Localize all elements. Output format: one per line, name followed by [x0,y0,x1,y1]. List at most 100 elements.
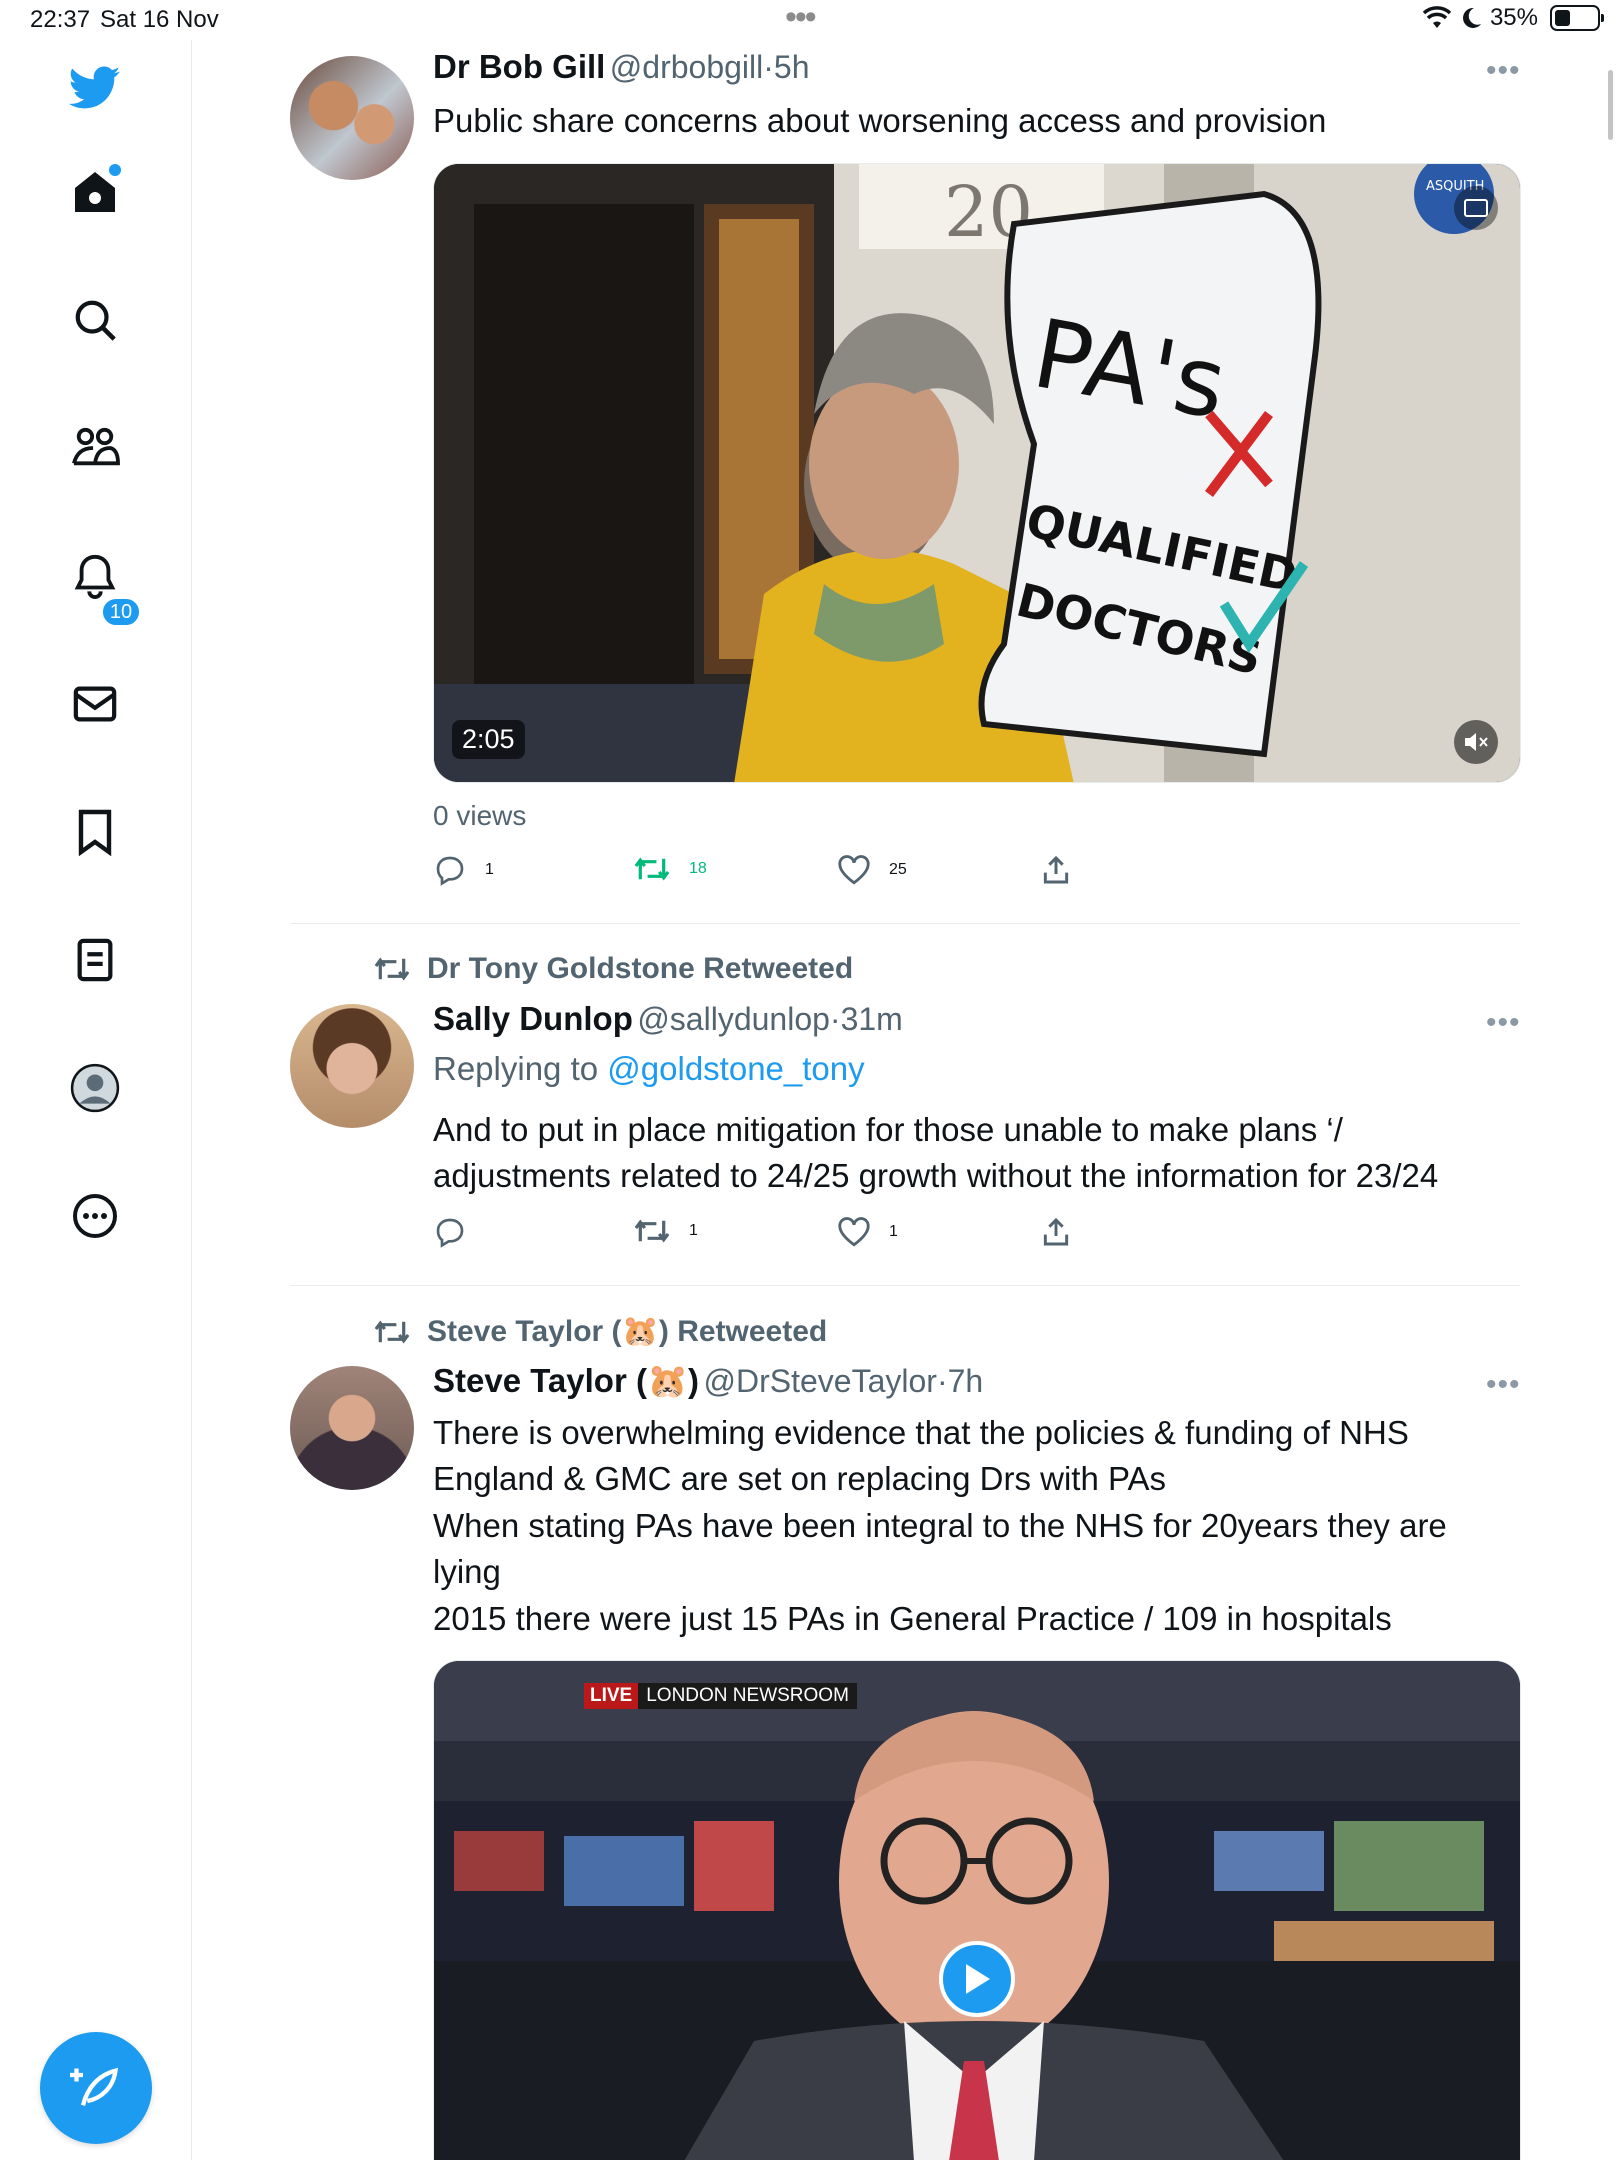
nav-messages[interactable] [69,678,121,730]
replying-to-label: Replying to [433,1050,599,1087]
compose-feather-icon [70,2067,119,2106]
compose-tweet-button[interactable] [40,2032,152,2144]
author-name[interactable]: Dr Bob Gill [433,48,605,85]
nav-notifications[interactable] [69,550,121,602]
author-name[interactable]: Steve Taylor (🐹) [433,1362,699,1399]
tweet-text-line: There is overwhelming evidence that the … [433,1414,1409,1451]
reply-count: 1 [485,861,494,878]
live-label: LIVE [584,1683,639,1709]
bell-icon [74,554,116,599]
channel-label: LONDON NEWSROOM [638,1683,857,1709]
replying-to-line: Replying to @goldstone_tony [433,1050,865,1088]
share-button[interactable] [1040,854,1072,886]
muted-speaker-icon [1465,733,1488,751]
play-icon [966,1964,990,1994]
tweet-header: Sally Dunlop @sallydunlop·31m [433,1000,903,1037]
status-bar: 22:37 Sat 16 Nov ••• 35% [0,0,1620,40]
nav-communities[interactable] [69,422,121,474]
retweet-icon [374,957,410,981]
retweeted-by-text: Dr Tony Goldstone Retweeted [427,952,854,985]
reply-button[interactable] [433,1216,485,1248]
moon-icon [1462,7,1481,28]
notifications-badge: 10 [100,596,142,628]
twitter-logo-icon[interactable] [69,62,121,114]
more-options-icon[interactable]: ••• [1486,1008,1521,1038]
tweet-text-line: And to put in place mitigation for those… [433,1111,1343,1148]
share-icon [1043,855,1069,884]
unread-dot [109,164,121,176]
retweet-icon [634,1219,670,1243]
tweet-text-line: lying [433,1553,501,1590]
multitasking-dots-icon[interactable]: ••• [785,0,817,37]
like-count: 25 [889,861,907,878]
scrollbar[interactable] [1608,70,1613,140]
retweeted-by-text: Steve Taylor (🐹) Retweeted [427,1315,828,1348]
tweet-text: Public share concerns about worsening ac… [433,102,1327,139]
retweet-count: 18 [689,860,707,877]
like-button[interactable]: 1 [837,1216,898,1248]
news-banner: LIVE LONDON NEWSROOM [584,1683,857,1709]
avatar-sallydunlop[interactable] [290,1004,414,1128]
play-button[interactable] [939,1941,1015,2017]
tweet-header: Steve Taylor (🐹) @DrSteveTaylor·7h [433,1362,984,1399]
nav-lists[interactable] [69,934,121,986]
retweet-icon [374,1320,410,1343]
more-circle-icon [73,1194,117,1238]
mute-button[interactable] [1454,720,1498,764]
author-name[interactable]: Sally Dunlop [433,1000,633,1037]
reply-button[interactable]: 1 [433,854,494,886]
nav-bookmarks[interactable] [69,806,121,858]
profile-avatar-icon [70,1063,120,1113]
retweet-icon-active [634,857,670,881]
retweeted-by-label[interactable]: Dr Tony Goldstone Retweeted [373,952,853,986]
nav-home[interactable] [69,164,121,218]
tweet-video[interactable]: LIVE LONDON NEWSROOM [433,1660,1521,2160]
more-options-icon[interactable]: ••• [1486,1370,1521,1400]
tweet-time[interactable]: 5h [774,49,810,85]
list-icon [77,938,113,982]
status-date: Sat 16 Nov [100,6,219,33]
retweet-button[interactable]: 1 [633,1216,698,1246]
avatar-drbobgill[interactable] [290,56,414,180]
captions-icon [1464,199,1488,217]
tweet-time[interactable]: 31m [841,1001,903,1037]
tweet-text-line: adjustments related to 24/25 growth with… [433,1157,1439,1194]
nav-more[interactable] [69,1190,121,1242]
tweet-video[interactable]: 20 PA's QUALIFIED DOCTORS ASQUITH 2:05 [433,163,1521,783]
nav-profile[interactable] [69,1062,121,1114]
like-button[interactable]: 25 [837,854,907,886]
bookmark-icon [78,809,112,856]
reply-icon [436,856,464,886]
status-time: 22:37 [30,6,91,33]
retweet-button[interactable]: 18 [633,854,707,884]
tweet-divider [290,923,1520,924]
more-options-icon[interactable]: ••• [1486,56,1521,86]
views-count: 0 views [433,800,527,831]
tweet-header: Dr Bob Gill @drbobgill·5h [433,48,810,85]
share-button[interactable] [1040,1216,1072,1248]
tweet-text-line: England & GMC are set on replacing Drs w… [433,1460,1167,1497]
search-icon [75,300,116,341]
mail-icon [73,686,117,722]
author-handle[interactable]: @sallydunlop [637,1001,830,1037]
author-handle[interactable]: @drbobgill [610,49,763,85]
replying-to-handle[interactable]: @goldstone_tony [607,1050,864,1087]
like-count: 1 [889,1223,898,1240]
tweet-text-line: 2015 there were just 15 PAs in General P… [433,1600,1392,1637]
tweet-time[interactable]: 7h [948,1363,984,1399]
avatar-drstevetaylor[interactable] [290,1366,414,1490]
share-icon [1043,1217,1069,1246]
reply-icon [436,1218,464,1248]
retweet-count: 1 [689,1222,698,1239]
status-indicators: 35% [1422,4,1604,32]
heart-icon [838,855,870,885]
tweet-divider [290,1285,1520,1286]
battery-percent: 35% [1489,4,1538,31]
nav-explore[interactable] [69,294,121,346]
communities-icon [72,427,120,466]
wifi-icon [1422,6,1452,28]
author-handle[interactable]: @DrSteveTaylor [704,1363,937,1399]
retweeted-by-label[interactable]: Steve Taylor (🐹) Retweeted [373,1314,827,1349]
heart-icon [838,1217,870,1247]
caption-button[interactable] [1454,186,1498,230]
